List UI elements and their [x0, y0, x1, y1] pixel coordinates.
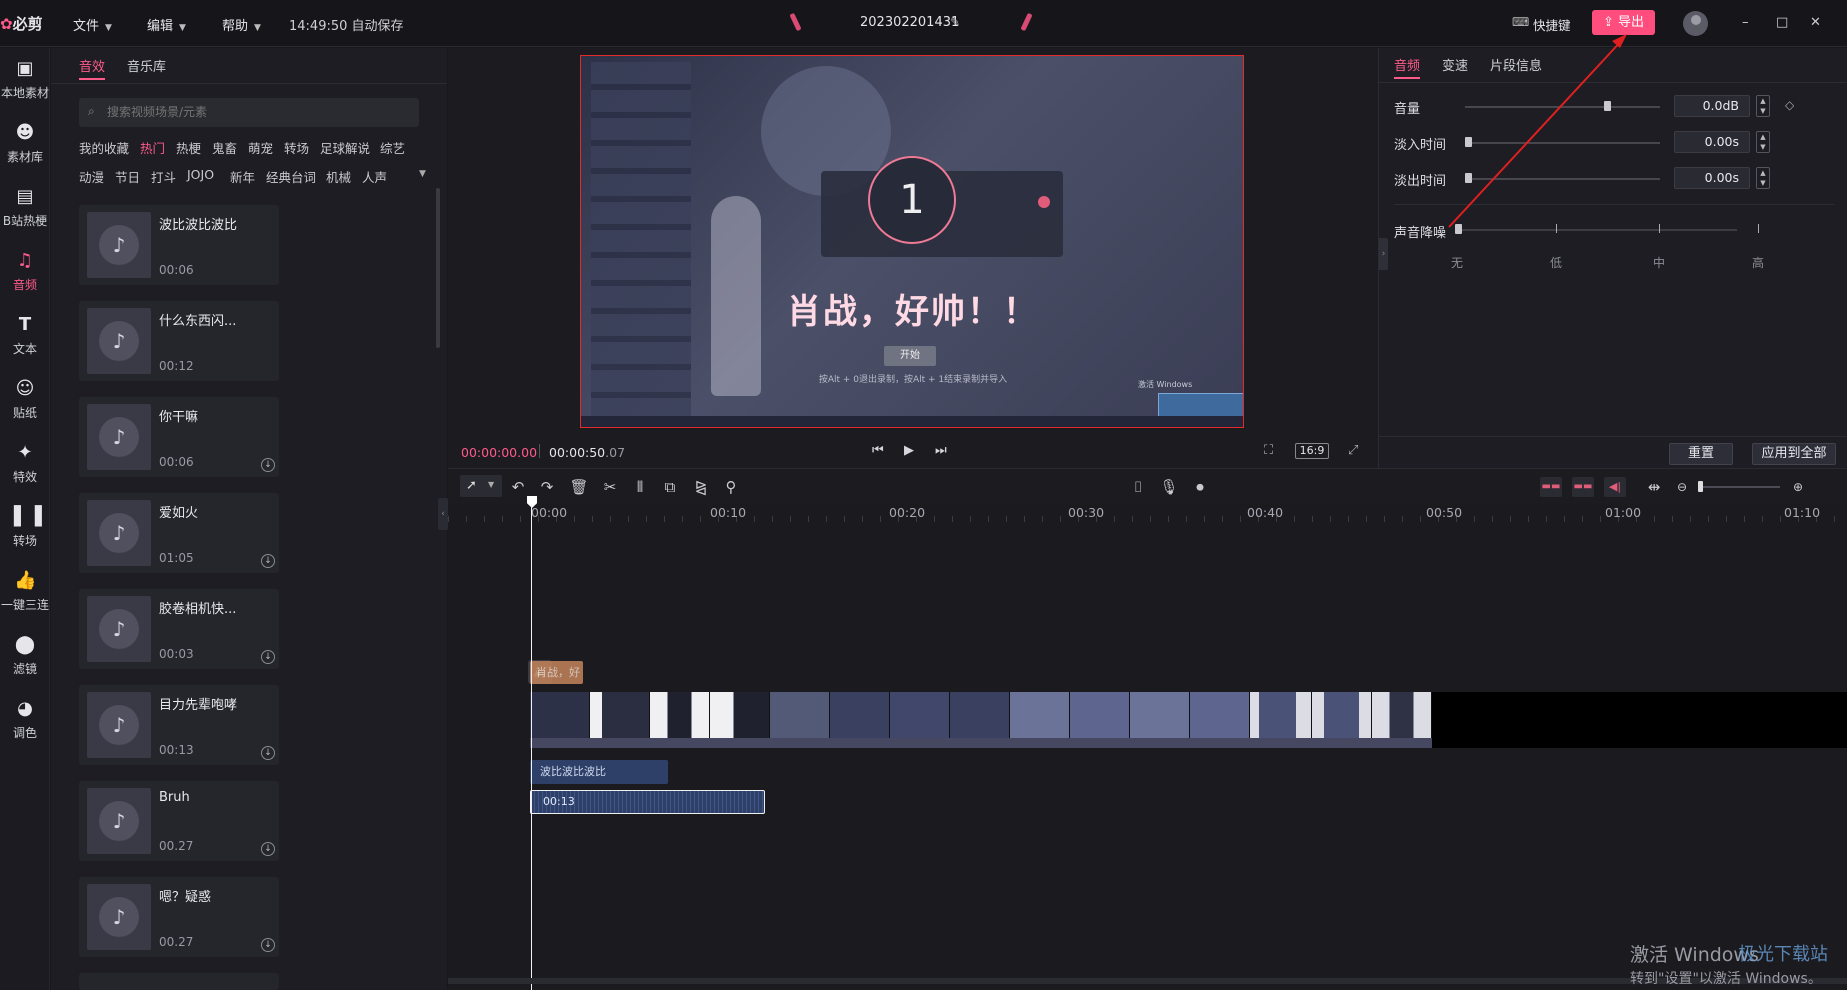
- site-watermark: 极光下载站: [1738, 944, 1828, 965]
- annotation-arrow: [1448, 34, 1627, 228]
- windows-activation-text: 转到"设置"以激活 Windows。: [1630, 971, 1822, 987]
